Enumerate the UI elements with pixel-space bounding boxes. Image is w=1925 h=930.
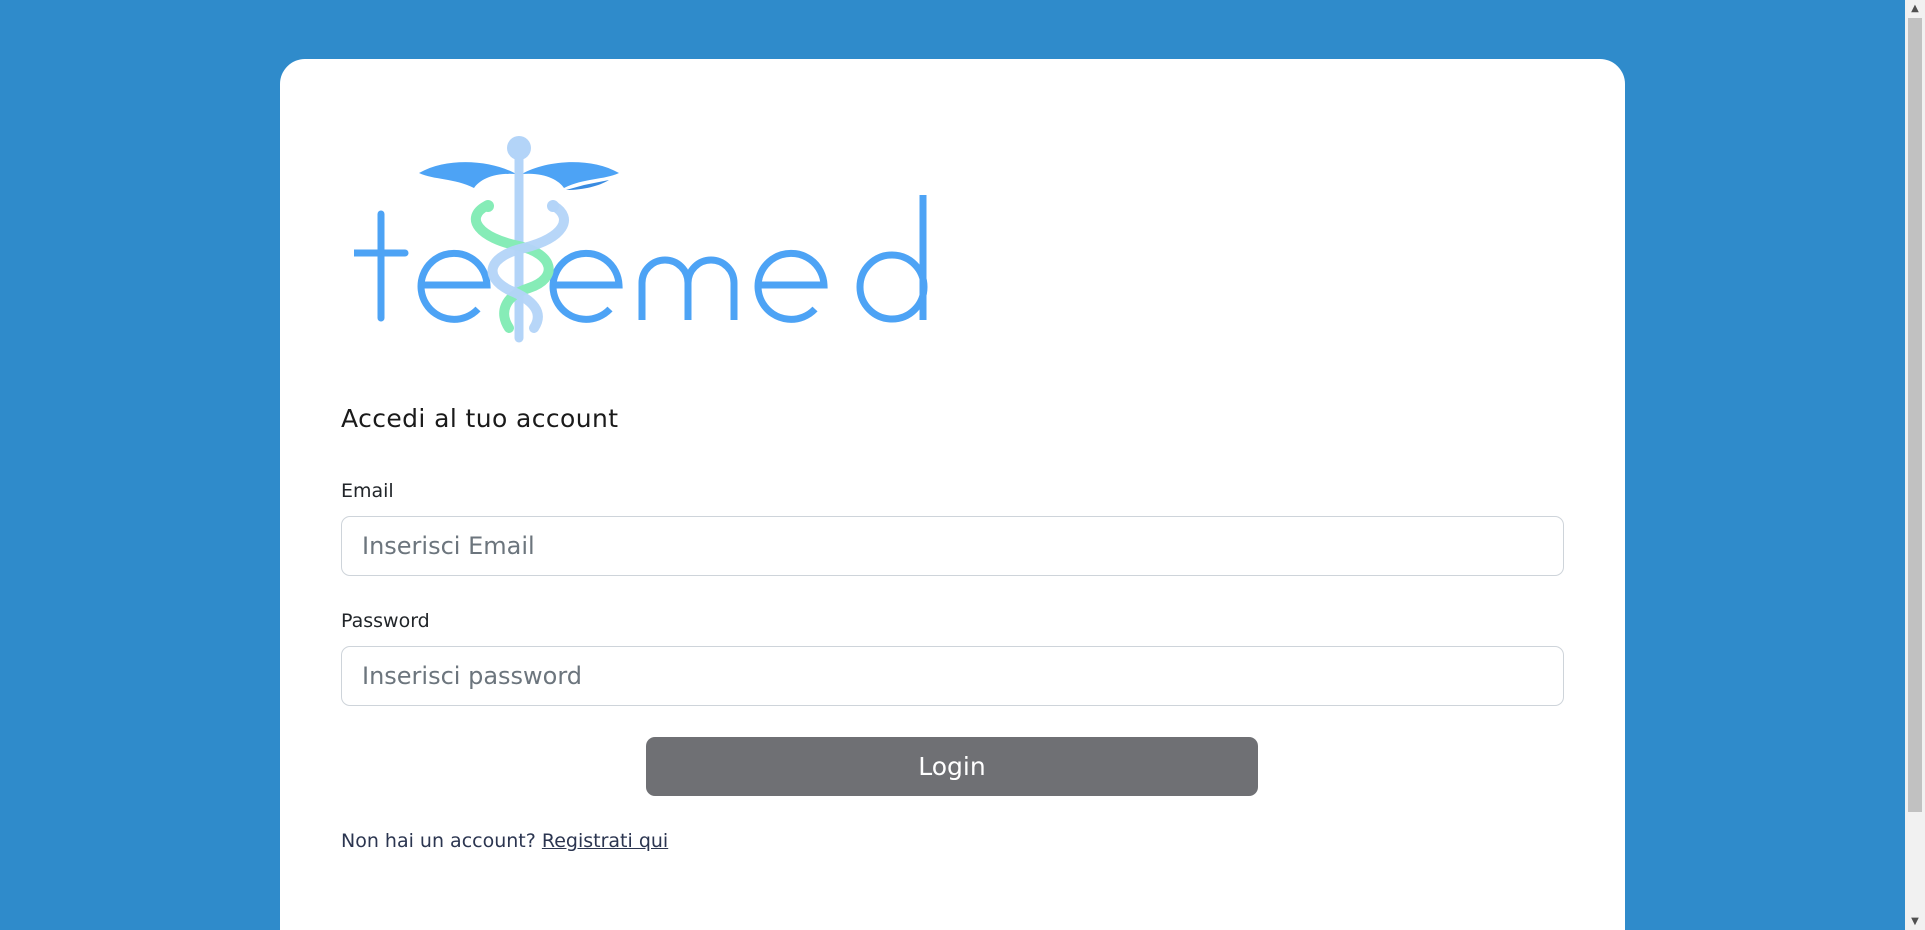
- logo-letter-e1: [417, 249, 491, 323]
- password-field[interactable]: [341, 646, 1564, 706]
- scroll-up-arrow-icon[interactable]: ▲: [1905, 0, 1925, 17]
- register-link[interactable]: Registrati qui: [542, 830, 668, 852]
- password-label: Password: [341, 610, 430, 632]
- scrollbar-thumb[interactable]: [1908, 18, 1922, 812]
- register-prompt-text: Non hai un account?: [341, 830, 536, 852]
- vertical-scrollbar[interactable]: ▲ ▼: [1905, 0, 1925, 930]
- logo-letter-e3: [754, 249, 828, 323]
- email-field[interactable]: [341, 516, 1564, 576]
- register-prompt: Non hai un account? Registrati qui: [341, 830, 668, 852]
- logo-letter-d: [856, 195, 928, 323]
- logo-letter-m: [638, 256, 738, 320]
- page-title: Accedi al tuo account: [341, 404, 619, 433]
- caduceus-icon: [419, 136, 619, 343]
- telemed-logo: [354, 136, 928, 343]
- email-label: Email: [341, 480, 394, 502]
- scroll-down-arrow-icon[interactable]: ▼: [1905, 913, 1925, 930]
- logo-letter-t: [354, 210, 409, 322]
- logo-letter-e2: [549, 249, 623, 323]
- login-button[interactable]: Login: [646, 737, 1258, 796]
